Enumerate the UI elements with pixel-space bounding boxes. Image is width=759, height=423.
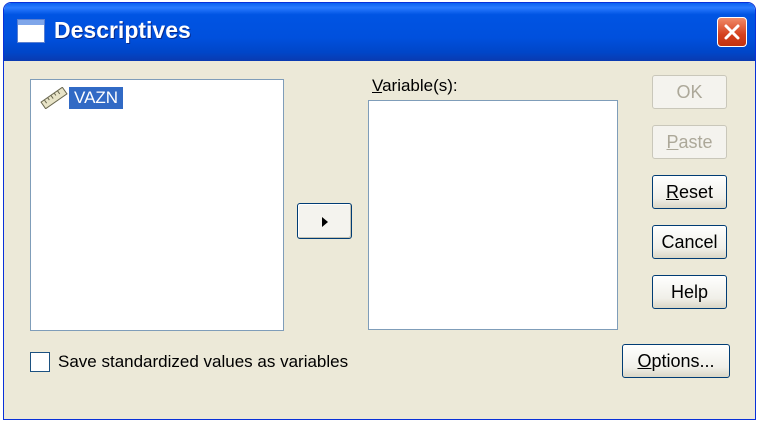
variables-label-rest: ariable(s):: [382, 76, 458, 95]
options-button[interactable]: Options...: [622, 344, 730, 378]
target-variable-list[interactable]: [368, 100, 618, 330]
source-variable-list[interactable]: VAZN: [30, 79, 284, 331]
close-button[interactable]: [717, 17, 747, 47]
save-standardized-label: Save standardized values as variables: [58, 352, 349, 371]
paste-mnemonic: P: [666, 132, 679, 152]
save-standardized-checkbox[interactable]: [30, 352, 50, 372]
dialog-content: VAZN Variable(s): OK Paste Reset Cancel …: [4, 61, 755, 419]
paste-button[interactable]: Paste: [652, 125, 727, 159]
close-icon: [724, 24, 740, 40]
reset-button[interactable]: Reset: [652, 175, 727, 209]
scale-variable-ruler-icon: [40, 87, 68, 109]
variables-label-mnemonic: V: [372, 76, 383, 95]
window-icon: [17, 19, 45, 43]
save-standardized-option[interactable]: Save standardized values as variables: [30, 350, 348, 374]
variables-list-label: Variable(s):: [372, 76, 458, 96]
options-mnemonic: O: [637, 351, 652, 371]
move-right-button[interactable]: [297, 203, 352, 239]
arrow-right-icon: [322, 217, 328, 227]
descriptives-dialog: Descriptives VAZN Variable(s): OK Paste …: [3, 2, 756, 420]
list-item[interactable]: VAZN: [39, 86, 124, 110]
cancel-button[interactable]: Cancel: [652, 225, 727, 259]
window-title: Descriptives: [54, 17, 191, 43]
title-bar[interactable]: Descriptives: [4, 3, 755, 61]
ok-button[interactable]: OK: [652, 75, 727, 109]
reset-mnemonic: R: [665, 182, 679, 202]
help-button[interactable]: Help: [652, 275, 727, 309]
variable-name: VAZN: [69, 87, 124, 109]
